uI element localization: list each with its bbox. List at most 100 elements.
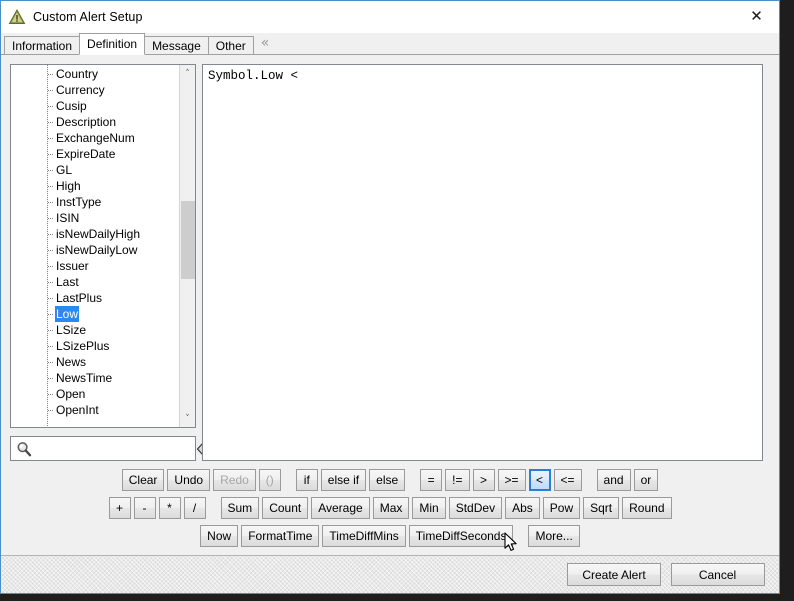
tree-item-label: isNewDailyLow [56, 243, 138, 257]
field-tree-list[interactable]: Country Currency Cusip Description ExchangeN… [11, 65, 179, 427]
tree-item[interactable]: isNewDailyHigh [11, 226, 179, 242]
tree-item[interactable]: NewsTime [11, 370, 179, 386]
operator-button[interactable]: Sqrt [583, 497, 620, 519]
operator-button[interactable]: / [183, 497, 206, 519]
operator-button[interactable]: TimeDiffSeconds [408, 525, 514, 547]
tree-item[interactable]: Description [11, 114, 179, 130]
operator-button[interactable]: Abs [505, 497, 540, 519]
tab-other[interactable]: Other [207, 36, 254, 54]
operator-button[interactable]: = [420, 469, 443, 491]
tree-item[interactable]: InstType [11, 194, 179, 210]
tree-item-label: Low [55, 306, 80, 322]
tree-item-label: News [56, 355, 87, 369]
tree-item-label: OpenInt [56, 403, 99, 417]
operator-button[interactable]: FormatTime [241, 525, 320, 547]
operator-row-time: Now FormatTime TimeDiffMins TimeDiffSeconds… [10, 524, 770, 548]
operator-button[interactable]: and [596, 469, 631, 491]
operator-button-pad: Clear Undo Redo() if else if else = != > >= < <= and… [10, 468, 770, 561]
formula-text: Symbol.Low < [208, 69, 299, 83]
operator-button[interactable]: or [633, 469, 659, 491]
tree-item[interactable]: Last [11, 274, 179, 290]
tab-information[interactable]: Information [4, 36, 81, 54]
operator-button[interactable]: Round [622, 497, 672, 519]
operator-button[interactable]: if [295, 469, 318, 491]
magnifier-icon [15, 440, 33, 458]
tab-definition[interactable]: Definition [79, 33, 146, 55]
tree-item[interactable]: News [11, 354, 179, 370]
operator-button[interactable]: != [445, 469, 470, 491]
operator-button[interactable]: < [528, 469, 551, 491]
tree-item-label: ExpireDate [56, 147, 116, 161]
operator-button[interactable]: Average [311, 497, 370, 519]
field-tree-scrollbar[interactable]: ˄ ˅ [179, 65, 195, 427]
tree-item[interactable]: Open [11, 386, 179, 402]
operator-button[interactable]: <= [553, 469, 582, 491]
tree-item[interactable]: Cusip [11, 98, 179, 114]
field-tree[interactable]: Country Currency Cusip Description ExchangeN… [10, 64, 196, 428]
tree-item[interactable]: Issuer [11, 258, 179, 274]
operator-button[interactable]: else [369, 469, 406, 491]
tree-item[interactable]: isNewDailyLow [11, 242, 179, 258]
tree-item-label: InstType [56, 195, 102, 209]
title-bar: Custom Alert Setup ✕ [1, 1, 779, 33]
tree-item-label: Currency [56, 83, 105, 97]
tree-item-label: Description [56, 115, 117, 129]
operator-button[interactable]: More... [528, 525, 580, 547]
operator-button[interactable]: - [133, 497, 156, 519]
tab-scroll-left-icon[interactable]: « [261, 35, 270, 52]
operator-button[interactable]: Min [412, 497, 446, 519]
operator-button[interactable]: Now [200, 525, 239, 547]
formula-editor[interactable]: Symbol.Low < [202, 64, 763, 461]
operator-button[interactable]: Clear [121, 469, 165, 491]
tree-item[interactable]: ISIN [11, 210, 179, 226]
scrollbar-thumb[interactable] [181, 201, 195, 279]
operator-button[interactable]: + [108, 497, 131, 519]
operator-button[interactable]: Undo [167, 469, 211, 491]
create-alert-button[interactable]: Create Alert [567, 563, 661, 586]
operator-button[interactable]: Max [372, 497, 410, 519]
tree-item[interactable]: Low [11, 306, 179, 322]
operator-button[interactable]: * [158, 497, 181, 519]
operator-button[interactable]: else if [320, 469, 367, 491]
search-input[interactable] [33, 441, 196, 456]
definition-pane: Country Currency Cusip Description ExchangeN… [1, 55, 779, 555]
tree-item[interactable]: High [11, 178, 179, 194]
tree-item-label: LSize [56, 323, 87, 337]
operator-button: () [258, 469, 281, 491]
operator-button[interactable]: Sum [220, 497, 260, 519]
scroll-up-icon[interactable]: ˄ [180, 65, 195, 82]
cancel-button[interactable]: Cancel [670, 563, 765, 586]
tab-message[interactable]: Message [144, 36, 209, 54]
custom-alert-setup-dialog: Custom Alert Setup ✕ Information Definit… [0, 0, 780, 594]
tree-item[interactable]: Currency [11, 82, 179, 98]
operator-row-math: + - * / Sum Count Average Max Min StdDev Abs Pow Sqr… [10, 496, 770, 520]
operator-button[interactable]: TimeDiffMins [322, 525, 406, 547]
tree-item-label: isNewDailyHigh [56, 227, 141, 241]
tree-item[interactable]: LSize [11, 322, 179, 338]
operator-button[interactable]: Pow [542, 497, 581, 519]
tree-item-label: ISIN [56, 211, 80, 225]
tree-item-label: LSizePlus [56, 339, 110, 353]
tree-item[interactable]: LastPlus [11, 290, 179, 306]
operator-button[interactable]: StdDev [448, 497, 503, 519]
field-search-box[interactable] [10, 436, 213, 461]
tree-item[interactable]: OpenInt [11, 402, 179, 418]
operator-button[interactable]: > [472, 469, 495, 491]
operator-button: Redo [213, 469, 256, 491]
tree-item-label: Cusip [56, 99, 87, 113]
tree-item[interactable]: ExpireDate [11, 146, 179, 162]
tree-item[interactable]: ExchangeNum [11, 130, 179, 146]
tree-item-label: NewsTime [56, 371, 113, 385]
tab-strip: Information Definition Message Other « [1, 33, 779, 55]
tree-item-label: Country [56, 67, 99, 81]
close-icon[interactable]: ✕ [734, 1, 779, 31]
tree-item[interactable]: Country [11, 66, 179, 82]
operator-button[interactable]: Count [262, 497, 309, 519]
operator-row-logic: Clear Undo Redo() if else if else = != > >= < <= and… [10, 468, 770, 492]
tree-item[interactable]: LSizePlus [11, 338, 179, 354]
window-title: Custom Alert Setup [33, 9, 143, 24]
operator-button[interactable]: >= [497, 469, 526, 491]
scroll-down-icon[interactable]: ˅ [180, 410, 195, 427]
tree-item[interactable]: GL [11, 162, 179, 178]
warning-triangle-icon [8, 8, 26, 26]
